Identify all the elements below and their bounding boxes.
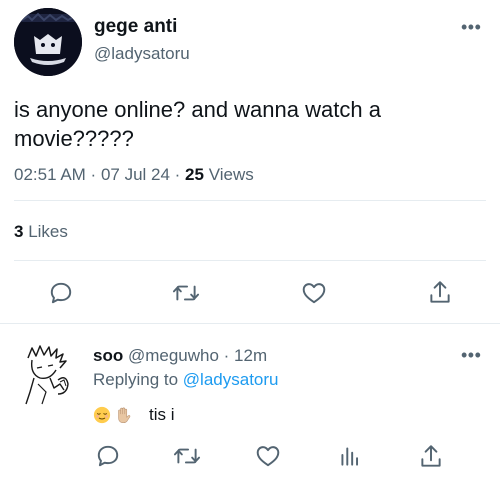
relieved-face-emoji <box>93 406 111 424</box>
tweet-text: is anyone online? and wanna watch a movi… <box>14 97 381 151</box>
reply-display-name[interactable]: soo <box>93 346 123 365</box>
display-name[interactable]: gege anti <box>94 16 177 38</box>
divider <box>0 323 500 324</box>
likes-stat[interactable]: 3 Likes <box>14 222 68 242</box>
like-icon[interactable] <box>255 443 281 469</box>
reply-text-row: tis i <box>93 405 175 425</box>
share-icon[interactable] <box>418 443 444 470</box>
reply-header: soo @meguwho · 12m <box>93 346 268 365</box>
likes-label: Likes <box>28 222 68 241</box>
replying-handle-link[interactable]: @ladysatoru <box>183 370 279 389</box>
analytics-icon[interactable] <box>337 443 363 469</box>
reply-avatar[interactable] <box>20 344 72 406</box>
more-options-icon[interactable]: ••• <box>461 18 481 36</box>
avatar-image <box>14 8 82 76</box>
reply-icon[interactable] <box>48 280 74 306</box>
reply-more-options-icon[interactable]: ••• <box>461 346 481 364</box>
tweet-time[interactable]: 02:51 AM <box>14 165 86 184</box>
views-count: 25 <box>185 165 204 184</box>
like-icon[interactable] <box>301 280 327 306</box>
retweet-icon[interactable] <box>172 280 200 306</box>
tweet-date[interactable]: 07 Jul 24 <box>101 165 170 184</box>
tweet-avatar[interactable] <box>14 8 82 76</box>
likes-count: 3 <box>14 222 24 241</box>
reply-icon[interactable] <box>95 443 121 469</box>
avatar-image <box>20 344 72 406</box>
divider <box>14 200 486 201</box>
views-label: Views <box>208 165 254 184</box>
reply-time[interactable]: 12m <box>234 346 267 365</box>
retweet-icon[interactable] <box>173 443 201 469</box>
reply-text: tis i <box>149 405 175 424</box>
replying-to: Replying to @ladysatoru <box>93 370 279 390</box>
reply-handle[interactable]: @meguwho <box>128 346 219 365</box>
user-handle[interactable]: @ladysatoru <box>94 44 190 64</box>
replying-label: Replying to <box>93 370 179 389</box>
divider <box>14 260 486 261</box>
raised-hand-emoji <box>118 407 131 424</box>
share-icon[interactable] <box>427 279 453 306</box>
tweet-meta: 02:51 AM · 07 Jul 24 · 25 Views <box>14 165 254 184</box>
